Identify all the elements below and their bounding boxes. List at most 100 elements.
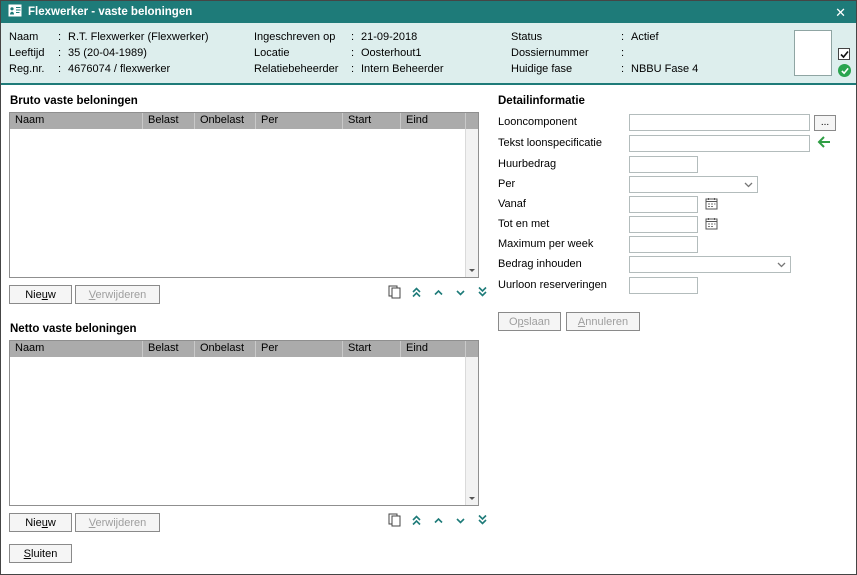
- header-checkbox[interactable]: [838, 48, 850, 60]
- move-up-button[interactable]: [429, 285, 447, 301]
- window-title: Flexwerker - vaste beloningen: [28, 6, 826, 18]
- chevron-down-icon: [744, 179, 753, 191]
- info-label: Reg.nr.: [9, 63, 58, 79]
- move-down-button[interactable]: [451, 285, 469, 301]
- netto-section-title: Netto vaste beloningen: [10, 323, 137, 335]
- copy-icon: [388, 285, 401, 302]
- copy-button[interactable]: [385, 285, 403, 301]
- huurbedrag-input[interactable]: [629, 156, 698, 173]
- scroll-down-button[interactable]: [466, 492, 478, 505]
- netto-table: Naam Belast Onbelast Per Start Eind: [9, 340, 479, 506]
- field-label: Maximum per week: [498, 238, 593, 250]
- vanaf-input[interactable]: [629, 196, 698, 213]
- vanaf-calendar-button[interactable]: [703, 197, 720, 212]
- double-chevron-up-icon: [411, 514, 422, 529]
- field-row-tot-en-met: Tot en met: [498, 216, 850, 234]
- tot-en-met-input[interactable]: [629, 216, 698, 233]
- column-header-onbelast[interactable]: Onbelast: [195, 113, 256, 129]
- netto-table-body[interactable]: [10, 357, 465, 505]
- move-top-button[interactable]: [407, 285, 425, 301]
- bruto-table-scrollbar[interactable]: [465, 129, 478, 277]
- info-label: Relatiebeheerder: [254, 63, 351, 79]
- info-label: Naam: [9, 31, 58, 47]
- info-value: 21-09-2018: [361, 31, 417, 47]
- bruto-table-body[interactable]: [10, 129, 465, 277]
- double-chevron-down-icon: [477, 514, 488, 529]
- field-row-huurbedrag: Huurbedrag: [498, 156, 850, 174]
- move-bottom-button[interactable]: [473, 285, 491, 301]
- column-header-eind[interactable]: Eind: [401, 113, 466, 129]
- sluiten-button[interactable]: Sluiten: [9, 544, 72, 563]
- column-header-per[interactable]: Per: [256, 113, 343, 129]
- netto-nieuw-button[interactable]: Nieuw: [9, 513, 72, 532]
- close-icon[interactable]: ✕: [832, 6, 849, 19]
- column-header-start[interactable]: Start: [343, 341, 401, 357]
- scroll-down-button[interactable]: [466, 264, 478, 277]
- netto-table-tools: [385, 513, 491, 529]
- move-down-button[interactable]: [451, 513, 469, 529]
- per-select[interactable]: [629, 176, 758, 193]
- double-chevron-down-icon: [477, 286, 488, 301]
- column-header-spacer: [466, 341, 478, 357]
- info-value: Actief: [631, 31, 659, 47]
- chevron-down-icon: [777, 259, 786, 271]
- info-column-1: Naam:R.T. Flexwerker (Flexwerker) Leefti…: [9, 31, 209, 79]
- column-header-belast[interactable]: Belast: [143, 113, 195, 129]
- chevron-down-icon: [455, 286, 466, 301]
- field-row-tekst-loonspecificatie: Tekst loonspecificatie: [498, 135, 850, 153]
- move-up-button[interactable]: [429, 513, 447, 529]
- bruto-table-tools: [385, 285, 491, 301]
- column-header-per[interactable]: Per: [256, 341, 343, 357]
- field-row-maximum-per-week: Maximum per week: [498, 236, 850, 254]
- column-header-spacer: [466, 113, 478, 129]
- move-top-button[interactable]: [407, 513, 425, 529]
- calendar-icon: [705, 217, 718, 233]
- move-bottom-button[interactable]: [473, 513, 491, 529]
- detail-title: Detailinformatie: [498, 95, 585, 107]
- info-column-3: Status:Actief Dossiernummer: Huidige fas…: [511, 31, 698, 79]
- copy-name-button[interactable]: [815, 136, 833, 151]
- chevron-down-icon: [455, 514, 466, 529]
- copy-button[interactable]: [385, 513, 403, 529]
- field-label: Per: [498, 178, 515, 190]
- column-header-eind[interactable]: Eind: [401, 341, 466, 357]
- info-column-2: Ingeschreven op:21-09-2018 Locatie:Ooste…: [254, 31, 444, 79]
- field-row-uurloon-reserveringen: Uurloon reserveringen: [498, 277, 850, 295]
- photo-placeholder: [794, 30, 832, 76]
- info-label: Leeftijd: [9, 47, 58, 63]
- column-header-onbelast[interactable]: Onbelast: [195, 341, 256, 357]
- bruto-nieuw-button[interactable]: Nieuw: [9, 285, 72, 304]
- column-header-start[interactable]: Start: [343, 113, 401, 129]
- info-value: Intern Beheerder: [361, 63, 444, 79]
- annuleren-button[interactable]: Annuleren: [566, 312, 640, 331]
- tekst-loonspecificatie-input[interactable]: [629, 135, 810, 152]
- bedrag-inhouden-select[interactable]: [629, 256, 791, 273]
- info-label: Ingeschreven op: [254, 31, 351, 47]
- bruto-table: Naam Belast Onbelast Per Start Eind: [9, 112, 479, 278]
- looncomponent-lookup-button[interactable]: ...: [814, 115, 836, 131]
- netto-table-scrollbar[interactable]: [465, 357, 478, 505]
- arrow-left-icon: [817, 136, 831, 151]
- info-value: 4676074 / flexwerker: [68, 63, 170, 79]
- field-label: Uurloon reserveringen: [498, 279, 607, 291]
- field-row-per: Per: [498, 176, 850, 194]
- bruto-verwijderen-button[interactable]: Verwijderen: [75, 285, 160, 304]
- field-label: Tot en met: [498, 218, 549, 230]
- detail-panel: Detailinformatie Looncomponent ... Tekst…: [498, 85, 850, 574]
- column-header-naam[interactable]: Naam: [10, 113, 143, 129]
- tot-en-met-calendar-button[interactable]: [703, 217, 720, 232]
- field-row-vanaf: Vanaf: [498, 196, 850, 214]
- netto-verwijderen-button[interactable]: Verwijderen: [75, 513, 160, 532]
- uurloon-reserveringen-input[interactable]: [629, 277, 698, 294]
- column-header-belast[interactable]: Belast: [143, 341, 195, 357]
- maximum-per-week-input[interactable]: [629, 236, 698, 253]
- info-value: Oosterhout1: [361, 47, 422, 63]
- opslaan-button[interactable]: Opslaan: [498, 312, 561, 331]
- field-row-bedrag-inhouden: Bedrag inhouden: [498, 256, 850, 274]
- column-header-naam[interactable]: Naam: [10, 341, 143, 357]
- info-label: Huidige fase: [511, 63, 621, 79]
- double-chevron-up-icon: [411, 286, 422, 301]
- status-ok-icon: [838, 64, 851, 77]
- titlebar: Flexwerker - vaste beloningen ✕: [1, 1, 856, 23]
- looncomponent-input[interactable]: [629, 114, 810, 131]
